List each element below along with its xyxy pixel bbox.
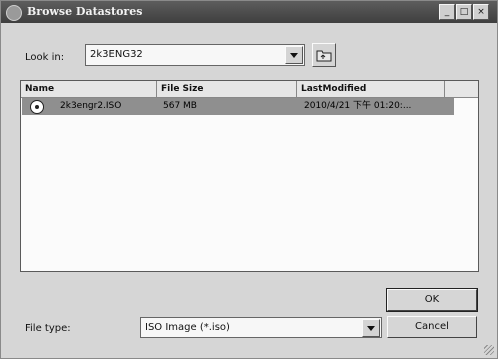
file-list-header: Name File Size LastModified bbox=[21, 81, 478, 98]
resize-grip-icon[interactable] bbox=[484, 345, 494, 355]
app-icon bbox=[6, 5, 22, 21]
cancel-button[interactable]: Cancel bbox=[387, 316, 477, 338]
close-button[interactable]: × bbox=[473, 4, 489, 20]
file-type-dropdown[interactable]: ISO Image (*.iso) bbox=[140, 317, 382, 338]
file-modified: 2010/4/21 下午 01:20:... bbox=[304, 101, 412, 111]
ok-button[interactable]: OK bbox=[386, 288, 478, 312]
folder-up-icon bbox=[316, 50, 332, 62]
maximize-button[interactable]: □ bbox=[456, 4, 472, 20]
chevron-down-icon bbox=[367, 326, 375, 331]
browse-datastores-dialog: Browse Datastores _ □ × Look in: 2k3ENG3… bbox=[0, 0, 498, 359]
file-type-value: ISO Image (*.iso) bbox=[145, 322, 230, 333]
file-list[interactable]: Name File Size LastModified 2k3engr2.ISO… bbox=[20, 80, 479, 272]
chevron-down-icon bbox=[290, 53, 298, 58]
look-in-label: Look in: bbox=[25, 52, 65, 63]
title-bar: Browse Datastores _ □ × bbox=[1, 1, 497, 23]
column-header-last-modified[interactable]: LastModified bbox=[297, 81, 445, 97]
window-title: Browse Datastores bbox=[27, 5, 143, 18]
minimize-button[interactable]: _ bbox=[439, 4, 455, 20]
file-row[interactable]: 2k3engr2.ISO 567 MB 2010/4/21 下午 01:20:.… bbox=[22, 98, 454, 115]
look-in-dropdown[interactable]: 2k3ENG32 bbox=[85, 44, 305, 66]
look-in-value: 2k3ENG32 bbox=[90, 49, 143, 60]
file-type-label: File type: bbox=[25, 323, 71, 334]
column-header-name[interactable]: Name bbox=[21, 81, 157, 97]
file-size: 567 MB bbox=[163, 101, 197, 111]
up-folder-button[interactable] bbox=[312, 43, 336, 67]
file-type-dropdown-button[interactable] bbox=[362, 319, 380, 337]
look-in-dropdown-button[interactable] bbox=[285, 46, 303, 64]
disc-image-icon bbox=[30, 100, 44, 114]
column-header-file-size[interactable]: File Size bbox=[157, 81, 297, 97]
file-name: 2k3engr2.ISO bbox=[60, 101, 122, 111]
